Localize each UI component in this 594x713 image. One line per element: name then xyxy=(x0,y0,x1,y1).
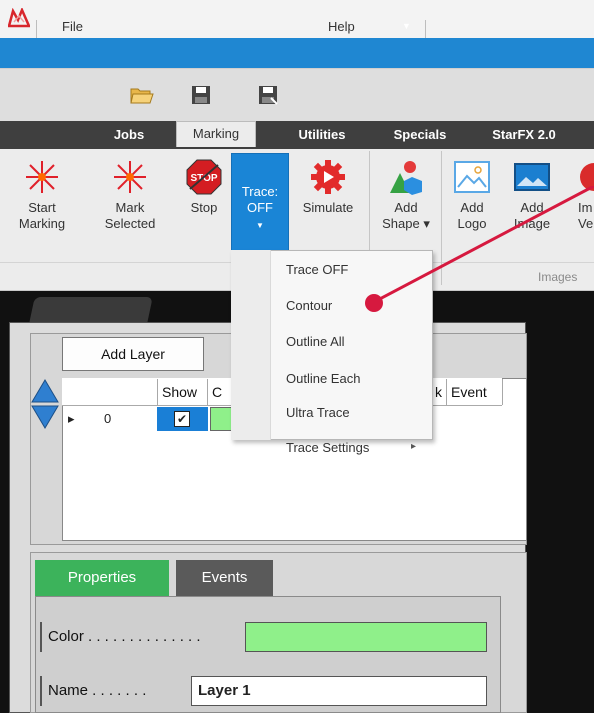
menu-item-outline-each[interactable]: Outline Each xyxy=(286,364,426,394)
trace-state-label: OFF xyxy=(247,200,273,215)
submenu-arrow-icon: ▸ xyxy=(411,441,417,452)
title-accent-band xyxy=(0,38,594,68)
move-up-arrow-icon[interactable] xyxy=(31,379,59,403)
title-bar xyxy=(0,0,594,38)
tab-utilities[interactable]: Utilities xyxy=(282,121,362,149)
app-logo-icon xyxy=(8,8,30,28)
layer-color-cell[interactable] xyxy=(210,407,232,431)
document-tab[interactable] xyxy=(29,297,153,323)
row-pointer-icon: ▸ xyxy=(68,411,75,426)
start-marking-label: Start xyxy=(28,200,56,215)
open-folder-icon[interactable] xyxy=(130,85,154,105)
tab-marking[interactable]: Marking xyxy=(176,121,256,147)
color-field[interactable] xyxy=(245,622,487,652)
grid-header-rowhead xyxy=(62,379,158,405)
quick-access-toolbar xyxy=(0,68,594,121)
menu-item-ultra-trace[interactable]: Ultra Trace xyxy=(286,398,426,428)
stop-label: Stop xyxy=(190,200,218,215)
add-layer-button[interactable]: Add Layer xyxy=(62,337,204,371)
tab-specials[interactable]: Specials xyxy=(380,121,460,149)
column-header-mark[interactable]: k xyxy=(433,379,447,405)
name-field[interactable]: Layer 1 xyxy=(191,676,487,706)
mark-selected-button[interactable]: Mark Selected xyxy=(98,153,162,255)
customize-toolbar-icon[interactable]: ▼ xyxy=(402,16,411,36)
save-icon[interactable] xyxy=(191,85,211,105)
trace-dropdown-button[interactable]: Trace: OFF ▼ xyxy=(231,153,289,251)
tab-starfx[interactable]: StarFX 2.0 xyxy=(476,121,572,149)
annotation-dot xyxy=(365,294,383,312)
annotation-pointer-line xyxy=(373,186,594,304)
chevron-down-icon: ▼ xyxy=(256,221,264,230)
toolbar-separator xyxy=(425,20,426,38)
laser-burst-icon xyxy=(26,161,58,193)
save-as-icon[interactable] xyxy=(258,85,278,105)
start-marking-label-2: Marking xyxy=(18,216,66,231)
name-label: Name . . . . . . . xyxy=(40,676,188,706)
show-checkbox[interactable]: ✔ xyxy=(174,411,190,427)
stop-button[interactable]: STOP Stop xyxy=(180,153,228,255)
file-menu[interactable]: File xyxy=(62,17,83,37)
stop-sign-icon: STOP xyxy=(186,159,222,195)
tab-events[interactable]: Events xyxy=(176,560,273,596)
toolbar-separator xyxy=(36,20,37,38)
tab-properties[interactable]: Properties xyxy=(35,560,169,596)
tab-jobs[interactable]: Jobs xyxy=(104,121,154,149)
trace-icon xyxy=(255,170,265,180)
move-down-arrow-icon[interactable] xyxy=(31,405,59,429)
column-header-event[interactable]: Event xyxy=(447,379,503,405)
start-marking-button[interactable]: Start Marking xyxy=(14,153,70,255)
menu-item-trace-settings[interactable]: Trace Settings xyxy=(286,433,426,463)
gear-play-icon xyxy=(311,160,345,194)
mark-selected-label-2: Selected xyxy=(104,216,156,231)
simulate-label: Simulate xyxy=(302,200,354,215)
color-label: Color . . . . . . . . . . . . . . xyxy=(40,622,240,652)
menu-icon-gutter xyxy=(231,250,271,440)
help-menu[interactable]: Help xyxy=(328,17,355,37)
laser-burst-icon xyxy=(114,161,146,193)
trace-label: Trace: xyxy=(241,184,279,199)
mark-selected-label: Mark xyxy=(115,200,145,215)
layer-index-cell[interactable]: 0 xyxy=(104,407,134,431)
svg-text:STOP: STOP xyxy=(190,173,217,184)
menu-item-outline-all[interactable]: Outline All xyxy=(286,327,426,357)
simulate-button[interactable]: Simulate xyxy=(294,153,362,255)
column-header-show[interactable]: Show xyxy=(158,379,208,405)
